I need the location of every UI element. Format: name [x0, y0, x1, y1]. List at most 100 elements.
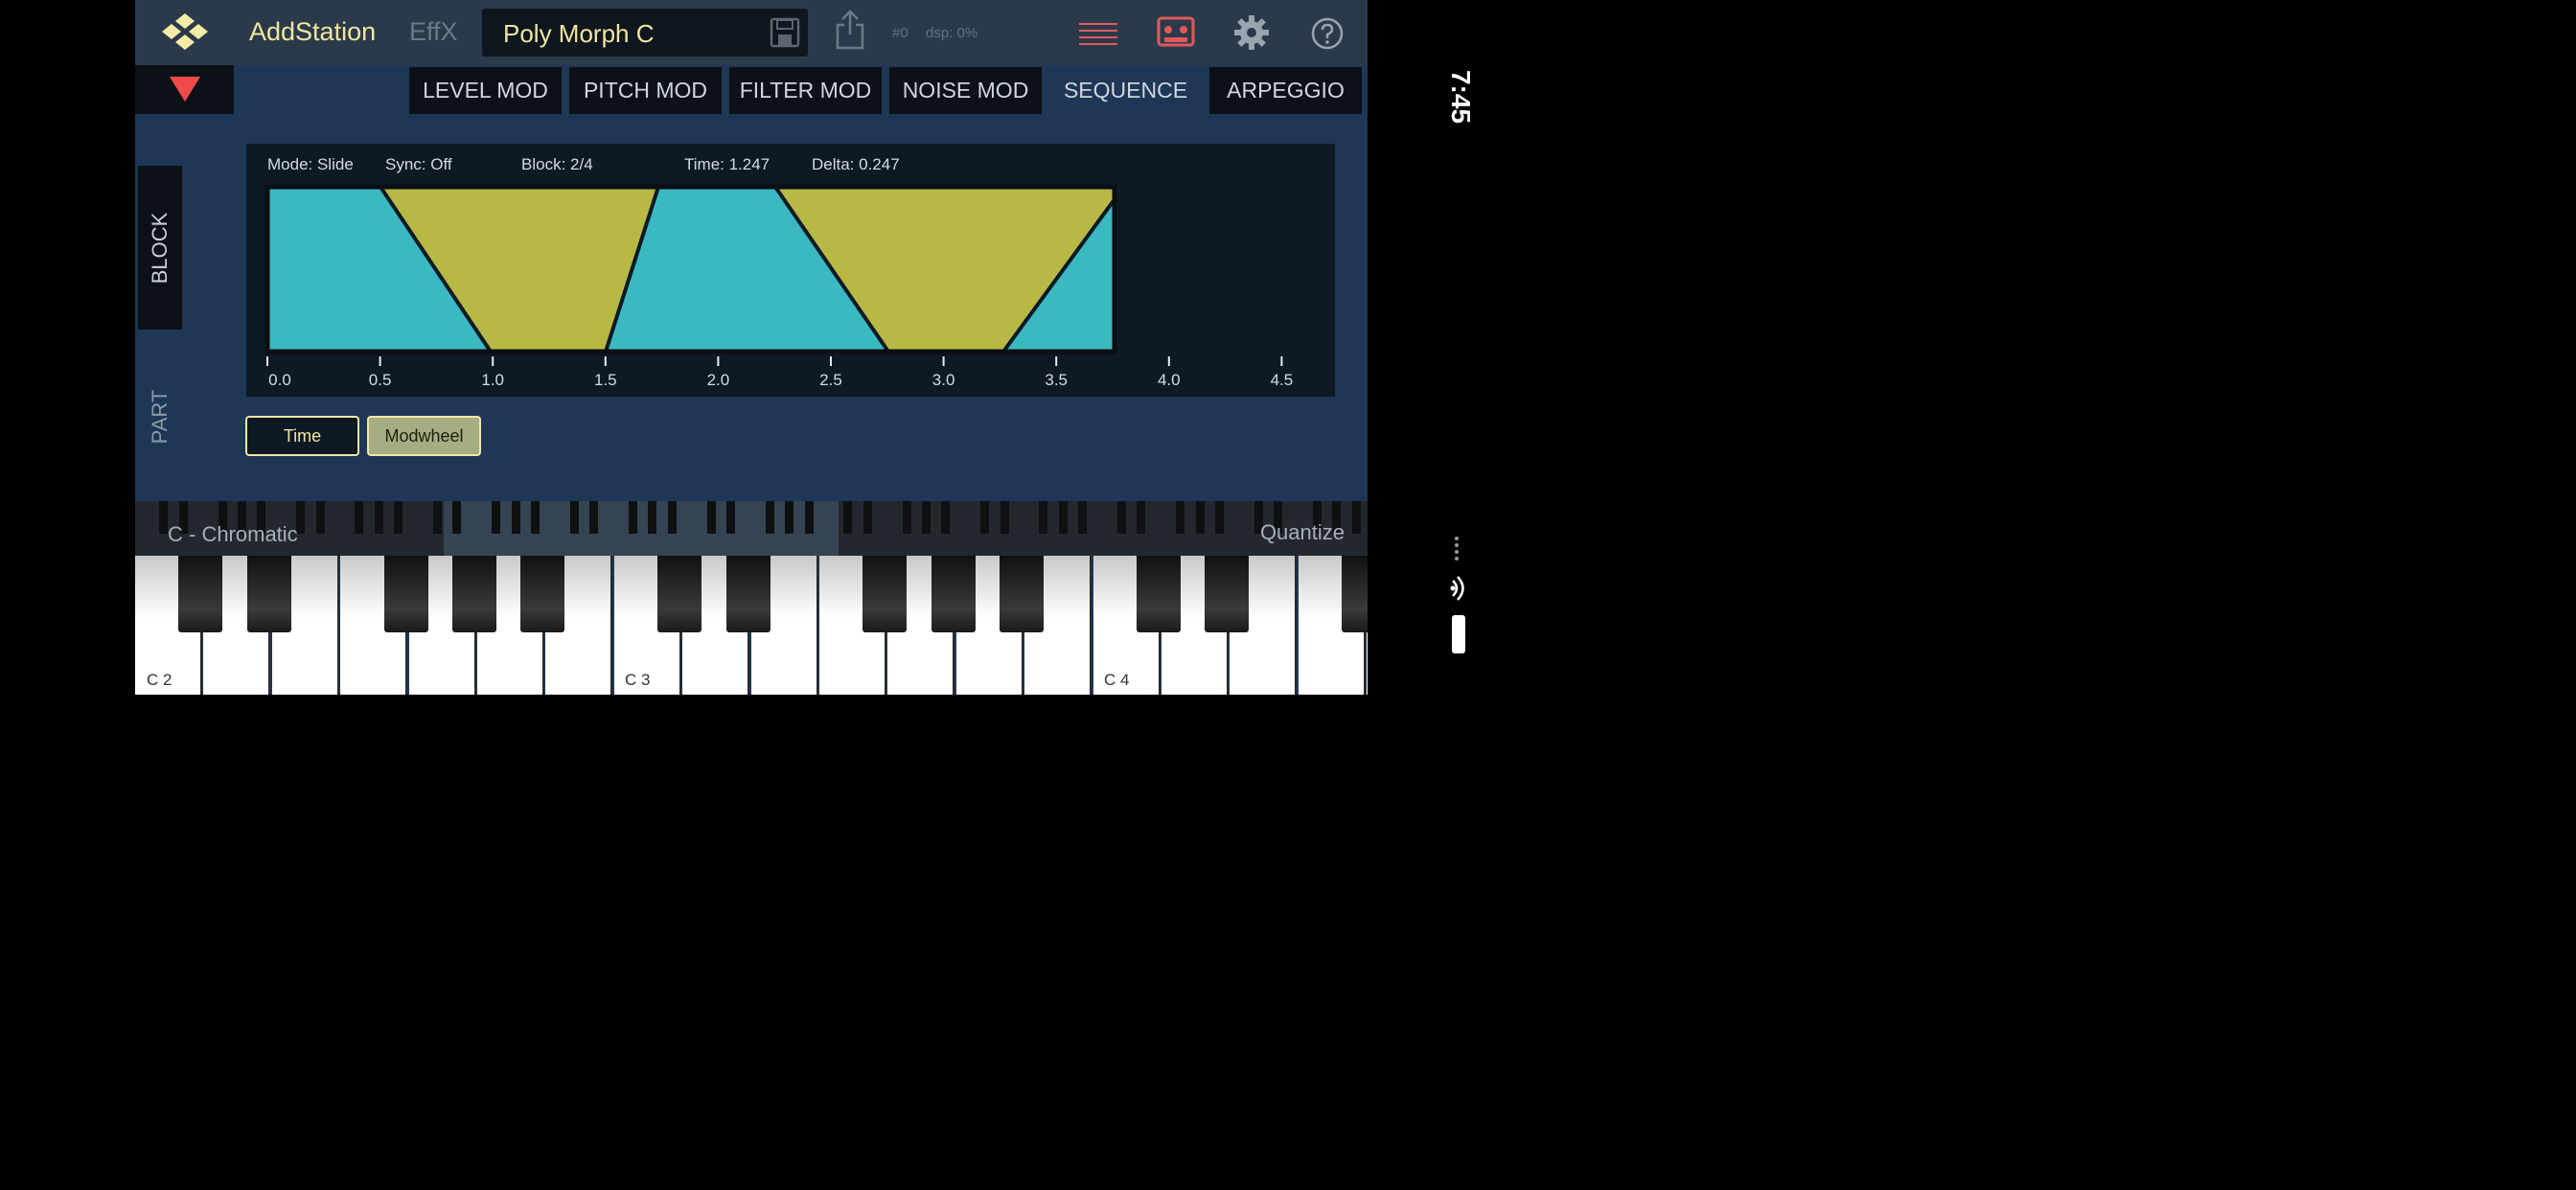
black-key[interactable]	[725, 556, 770, 632]
mini-black-key	[433, 501, 442, 534]
app-logo-icon[interactable]	[154, 11, 216, 54]
app-window: AddStation EffX Poly Morph C #0 dsp: 0%	[135, 0, 1368, 695]
mini-black-key	[843, 501, 853, 534]
save-icon[interactable]	[770, 17, 800, 48]
app-title[interactable]: AddStation	[249, 17, 376, 47]
x-tick-label: 3.0	[932, 371, 955, 389]
status-icons	[1450, 537, 1465, 653]
mini-black-key	[980, 501, 990, 534]
note-label-c3: C 3	[625, 671, 651, 689]
x-tick-label: 3.5	[1045, 371, 1068, 389]
keyboard-range-strip[interactable]	[135, 501, 1368, 556]
share-icon[interactable]	[835, 10, 865, 50]
black-key[interactable]	[383, 556, 428, 632]
tab-level-mod[interactable]: LEVEL MOD	[409, 67, 562, 114]
mini-black-key	[629, 501, 637, 534]
tab-noise-mod[interactable]: NOISE MOD	[889, 67, 1042, 114]
mini-black-key	[1137, 501, 1146, 534]
status-time: 7:45	[1446, 69, 1476, 125]
collapse-button[interactable]	[135, 65, 234, 114]
x-tick-label: 4.0	[1158, 371, 1181, 389]
mini-black-key	[1078, 501, 1088, 534]
mini-black-key	[569, 501, 579, 534]
mini-black-key	[1215, 501, 1224, 534]
x-tick-label: 2.5	[819, 371, 842, 389]
mini-black-key	[1351, 501, 1361, 534]
help-icon[interactable]	[1311, 17, 1344, 50]
mini-black-key	[765, 501, 774, 534]
sequence-graph[interactable]: 0.0 0.5 1.0 1.5 2.0 2.5 3.0 3.5 4.0 4.5	[246, 144, 1335, 397]
black-key[interactable]	[862, 556, 908, 632]
tab-pitch-mod[interactable]: PITCH MOD	[569, 67, 722, 114]
x-tick-label: 1.5	[594, 371, 617, 389]
mini-black-key	[1176, 501, 1185, 534]
mini-black-key	[941, 501, 951, 534]
mini-black-key	[394, 501, 403, 534]
mini-black-key	[648, 501, 657, 534]
x-axis-labels: 0.0 0.5 1.0 1.5 2.0 2.5 3.0 3.5 4.0 4.5	[268, 371, 1293, 389]
mini-black-key	[922, 501, 931, 534]
black-key[interactable]	[452, 556, 496, 632]
black-key[interactable]	[1205, 556, 1250, 632]
block-label: BLOCK	[148, 212, 172, 284]
part-label: PART	[148, 389, 172, 445]
mini-black-key	[492, 501, 501, 534]
preset-number: #0	[892, 25, 908, 41]
x-tick-label: 4.5	[1271, 371, 1294, 389]
modwheel-button[interactable]: Modwheel	[367, 416, 481, 456]
mini-black-key	[862, 501, 872, 534]
tape-icon[interactable]	[1157, 16, 1195, 49]
x-axis-ticks	[266, 356, 1283, 366]
mini-black-key	[1195, 501, 1205, 534]
x-tick-label: 2.0	[707, 371, 730, 389]
sequence-panel: Mode: Slide Sync: Off Block: 2/4 Time: 1…	[246, 144, 1335, 397]
black-key[interactable]	[178, 556, 223, 632]
mini-black-key	[374, 501, 383, 534]
mini-black-key	[1000, 501, 1009, 534]
mini-black-key	[452, 501, 462, 534]
gear-icon[interactable]	[1234, 15, 1269, 50]
menu-lines-icon[interactable]	[1079, 21, 1117, 46]
x-tick-label: 0.5	[369, 371, 392, 389]
tab-sequence[interactable]: SEQUENCE	[1049, 67, 1202, 114]
piano-keyboard[interactable]	[135, 556, 1368, 695]
mini-black-key	[1039, 501, 1048, 534]
part-button[interactable]: PART	[138, 364, 182, 469]
mini-black-key	[785, 501, 794, 534]
triangle-down-icon	[170, 77, 200, 102]
mini-black-key	[531, 501, 540, 534]
scale-selector[interactable]: C - Chromatic	[168, 522, 298, 547]
note-label-c2: C 2	[147, 671, 172, 689]
mini-black-key	[902, 501, 911, 534]
mini-black-key	[1058, 501, 1068, 534]
mini-black-key	[726, 501, 735, 534]
tab-filter-mod[interactable]: FILTER MOD	[729, 67, 882, 114]
black-key[interactable]	[1000, 556, 1045, 632]
dsp-usage: dsp: 0%	[926, 25, 978, 41]
x-tick-label: 0.0	[268, 371, 291, 389]
black-key[interactable]	[520, 556, 565, 632]
quantize-button[interactable]: Quantize	[1260, 520, 1345, 545]
black-key[interactable]	[657, 556, 702, 632]
block-button[interactable]: BLOCK	[138, 166, 182, 330]
x-tick-label: 1.0	[481, 371, 504, 389]
time-button[interactable]: Time	[245, 416, 359, 456]
top-bar: AddStation EffX Poly Morph C #0 dsp: 0%	[135, 0, 1368, 65]
mini-black-key	[589, 501, 599, 534]
preset-selector[interactable]: Poly Morph C	[482, 9, 808, 57]
mini-black-key	[511, 501, 520, 534]
mini-black-key	[1117, 501, 1126, 534]
black-key[interactable]	[1342, 556, 1368, 632]
black-key[interactable]	[246, 556, 291, 632]
tab-arpeggio[interactable]: ARPEGGIO	[1209, 67, 1362, 114]
black-key[interactable]	[1137, 556, 1181, 632]
mini-black-key	[355, 501, 364, 534]
black-key[interactable]	[931, 556, 976, 632]
preset-name: Poly Morph C	[503, 19, 655, 48]
note-label-c4: C 4	[1104, 671, 1130, 689]
effx-button[interactable]: EffX	[409, 17, 458, 47]
keyboard-range-selection[interactable]	[444, 501, 839, 556]
mini-black-key	[315, 501, 325, 534]
mini-black-key	[706, 501, 716, 534]
mini-black-key	[667, 501, 677, 534]
